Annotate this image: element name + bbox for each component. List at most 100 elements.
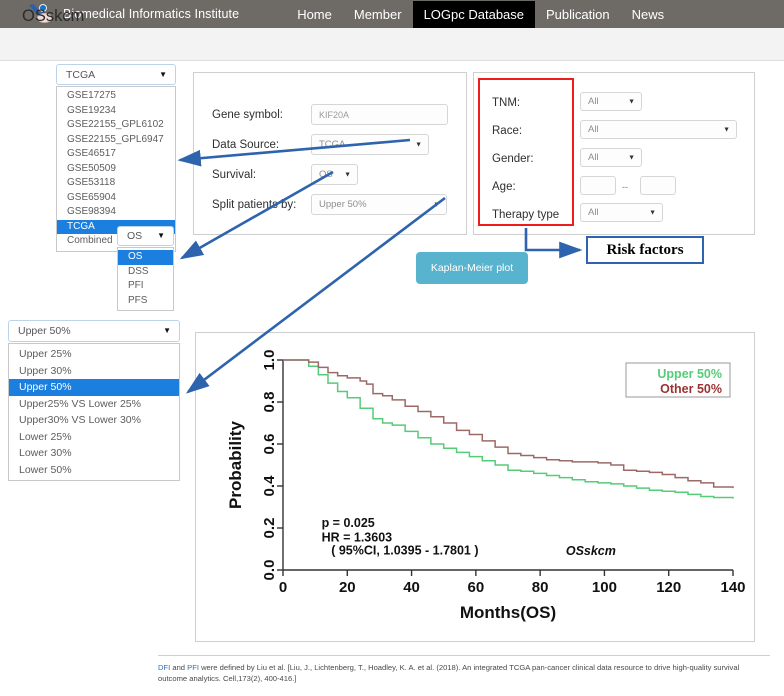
- list-item[interactable]: Upper25% VS Lower 25%: [9, 396, 179, 413]
- svg-text:1.0: 1.0: [261, 350, 278, 371]
- nav-item-logpc-database[interactable]: LOGpc Database: [412, 0, 536, 28]
- list-item[interactable]: PFI: [118, 279, 173, 294]
- svg-text:Other 50%: Other 50%: [660, 382, 722, 396]
- svg-text:0: 0: [279, 579, 287, 596]
- page-title: OSskcm: [22, 7, 85, 25]
- survival-select-open[interactable]: OS ▼: [117, 226, 174, 246]
- list-item[interactable]: Upper 25%: [9, 346, 179, 363]
- list-item[interactable]: Upper30% VS Lower 30%: [9, 412, 179, 429]
- list-item[interactable]: GSE17275: [57, 89, 175, 104]
- list-item-selected[interactable]: OS: [118, 250, 173, 265]
- nav-item-home[interactable]: Home: [286, 1, 343, 28]
- gene-symbol-value: KIF20A: [319, 109, 350, 120]
- race-select-value: All: [588, 124, 599, 135]
- nav-item-news[interactable]: News: [621, 1, 676, 28]
- list-item[interactable]: GSE22155_GPL6947: [57, 133, 175, 148]
- list-item[interactable]: GSE22155_GPL6102: [57, 118, 175, 133]
- tnm-select-value: All: [588, 96, 599, 107]
- svg-text:0.8: 0.8: [261, 392, 278, 413]
- svg-text:0.2: 0.2: [261, 518, 278, 539]
- chevron-down-icon: ▼: [628, 154, 635, 161]
- list-item[interactable]: GSE65904: [57, 191, 175, 206]
- split-option-list[interactable]: Upper 25% Upper 30% Upper 50% Upper25% V…: [8, 343, 180, 481]
- chevron-down-icon: ▼: [159, 69, 167, 79]
- chevron-down-icon: ▼: [649, 209, 656, 216]
- gender-select-value: All: [588, 152, 599, 163]
- gender-select[interactable]: All ▼: [580, 148, 642, 167]
- age-max-input[interactable]: [640, 176, 676, 195]
- chevron-down-icon: ▼: [433, 201, 440, 208]
- survival-select[interactable]: OS ▼: [311, 164, 358, 185]
- age-min-input[interactable]: [580, 176, 616, 195]
- datasource-select-open[interactable]: TCGA ▼: [56, 64, 176, 85]
- page-title-bar: [0, 28, 784, 61]
- svg-text:p = 0.025: p = 0.025: [322, 516, 375, 530]
- datasource-select-value: TCGA: [66, 68, 96, 81]
- data-source-select-value: TCGA: [319, 139, 346, 150]
- risk-factors-annotation: Risk factors: [586, 236, 704, 264]
- svg-text:Probability: Probability: [226, 421, 245, 509]
- footer-pfi-term: PFI: [187, 663, 199, 672]
- chevron-down-icon: ▼: [157, 231, 165, 240]
- nav-item-publication[interactable]: Publication: [535, 1, 621, 28]
- footer-conj: and: [170, 663, 188, 672]
- svg-text:0.6: 0.6: [261, 434, 278, 455]
- list-item[interactable]: GSE98394: [57, 205, 175, 220]
- list-item[interactable]: GSE19234: [57, 104, 175, 119]
- query-form-panel: Gene symbol: KIF20A Data Source: TCGA ▼ …: [193, 72, 467, 235]
- list-item[interactable]: DSS: [118, 265, 173, 280]
- data-source-select[interactable]: TCGA ▼: [311, 134, 429, 155]
- nav-menu: Home Member LOGpc Database Publication N…: [286, 0, 675, 28]
- chevron-down-icon: ▼: [628, 98, 635, 105]
- data-source-label: Data Source:: [212, 139, 280, 151]
- svg-text:40: 40: [403, 579, 420, 596]
- survival-select-value: OS: [319, 169, 333, 180]
- list-item[interactable]: GSE46517: [57, 147, 175, 162]
- list-item[interactable]: Lower 25%: [9, 429, 179, 446]
- list-item[interactable]: Lower 50%: [9, 462, 179, 479]
- gene-symbol-input[interactable]: KIF20A: [311, 104, 448, 125]
- footer-dfi-term: DFI: [158, 663, 171, 672]
- list-item[interactable]: PFS: [118, 294, 173, 309]
- tnm-label: TNM:: [492, 97, 521, 109]
- list-item[interactable]: GSE50509: [57, 162, 175, 177]
- list-item-selected[interactable]: Upper 50%: [9, 379, 179, 396]
- split-select-open[interactable]: Upper 50% ▼: [8, 320, 180, 342]
- split-select-value: Upper 50%: [18, 325, 71, 337]
- risk-factors-panel: TNM: All ▼ Race: All ▼ Gender: All ▼ Age…: [473, 72, 755, 235]
- tnm-select[interactable]: All ▼: [580, 92, 642, 111]
- kaplan-meier-plot-label: Kaplan-Meier plot: [416, 252, 528, 284]
- chevron-down-icon: ▼: [163, 326, 171, 335]
- race-label: Race:: [492, 125, 523, 137]
- svg-text:0.4: 0.4: [261, 475, 278, 497]
- svg-text:20: 20: [339, 579, 356, 596]
- split-patients-select-value: Upper 50%: [319, 199, 367, 210]
- survival-select-value: OS: [127, 230, 143, 242]
- therapy-type-select[interactable]: All ▼: [580, 203, 663, 222]
- chevron-down-icon: ▼: [344, 171, 351, 178]
- svg-text:80: 80: [532, 579, 549, 596]
- list-item[interactable]: GSE53118: [57, 176, 175, 191]
- list-item[interactable]: Lower 30%: [9, 445, 179, 462]
- brand-name: Biomedical Informatics Institute: [63, 7, 240, 21]
- therapy-type-select-value: All: [588, 207, 599, 218]
- gene-symbol-label: Gene symbol:: [212, 109, 283, 121]
- chevron-down-icon: ▼: [723, 126, 730, 133]
- kaplan-meier-chart: 0 20 40 60 80 100 120 140 0.0 0.2 0.4 0.6 0.8 1.0 Mont…: [226, 350, 746, 622]
- gender-label: Gender:: [492, 153, 534, 165]
- svg-text:100: 100: [592, 579, 617, 596]
- split-patients-label: Split patients by:: [212, 199, 297, 211]
- svg-text:120: 120: [656, 579, 681, 596]
- top-navigation-bar: Biomedical Informatics Institute Home Me…: [0, 0, 784, 28]
- footer-citation-text: were defined by Liu et al. [Liu, J., Lic…: [158, 663, 740, 683]
- survival-option-list[interactable]: OS DSS PFI PFS: [117, 247, 174, 311]
- age-label: Age:: [492, 181, 516, 193]
- nav-item-member[interactable]: Member: [343, 1, 413, 28]
- svg-text:OSskcm: OSskcm: [566, 544, 616, 558]
- svg-text:Months(OS): Months(OS): [460, 603, 556, 622]
- race-select[interactable]: All ▼: [580, 120, 737, 139]
- split-patients-select[interactable]: Upper 50% ▼: [311, 194, 447, 215]
- svg-text:0.0: 0.0: [261, 560, 278, 581]
- list-item[interactable]: Upper 30%: [9, 363, 179, 380]
- chevron-down-icon: ▼: [415, 141, 422, 148]
